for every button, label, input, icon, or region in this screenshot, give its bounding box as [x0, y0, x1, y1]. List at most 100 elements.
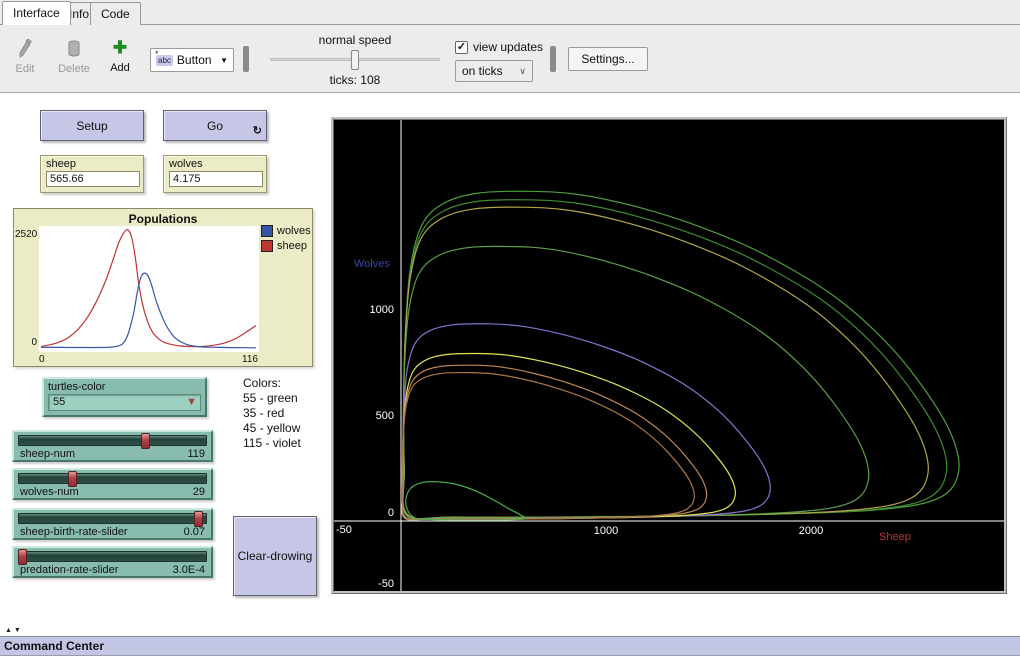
- world-view[interactable]: 0 500 1000 1000 2000 -50 -50 Wolves Sheep: [331, 117, 1007, 594]
- ticks-counter: ticks: 108: [280, 73, 430, 87]
- slider-track[interactable]: [18, 435, 207, 446]
- command-center-splitter[interactable]: ▲▼: [5, 627, 23, 634]
- legend-wolves-label: wolves: [277, 225, 311, 237]
- clear-drowing-label: Clear-drowing: [238, 549, 313, 563]
- slider-value: 3.0E-4: [173, 564, 205, 576]
- slider-handle[interactable]: [68, 471, 77, 487]
- sheep-swatch: [261, 240, 273, 252]
- chooser-label: turtles-color: [48, 381, 201, 393]
- tab-code[interactable]: Code: [90, 2, 141, 25]
- sheep-axis-label: Sheep: [879, 531, 911, 543]
- legend-sheep: sheep: [261, 240, 311, 252]
- note-line: 115 - violet: [243, 436, 301, 451]
- plot-canvas: [39, 226, 259, 352]
- turtles-color-chooser[interactable]: turtles-color 55 ▼: [42, 377, 207, 417]
- series-wolves: [41, 273, 256, 348]
- y-tick-500: 500: [376, 410, 394, 422]
- view-updates-checkbox[interactable]: ✓: [455, 41, 468, 54]
- sheep-monitor: sheep 565.66: [40, 155, 144, 193]
- toolbar-separator: [243, 46, 249, 72]
- sheep-birth-rate-slider[interactable]: sheep-birth-rate-slider 0.07: [12, 508, 213, 540]
- y-tick-1000: 1000: [370, 304, 394, 316]
- phase-portrait-svg: 0 500 1000 1000 2000 -50 -50 Wolves Sheep: [334, 120, 1004, 591]
- predation-rate-slider[interactable]: predation-rate-slider 3.0E-4: [12, 546, 213, 578]
- slider-label: predation-rate-slider: [20, 564, 118, 576]
- slider-track[interactable]: [18, 513, 207, 524]
- plot-xmax-tick: 116: [242, 354, 258, 365]
- slider-handle[interactable]: [141, 433, 150, 449]
- wolves-swatch: [261, 225, 273, 237]
- setup-button[interactable]: Setup: [40, 110, 144, 141]
- plot-ymax-tick: 2520: [15, 229, 37, 240]
- wolves-monitor: wolves 4.175: [163, 155, 267, 193]
- widget-type-value: Button: [177, 53, 212, 67]
- sheep-num-slider[interactable]: sheep-num 119: [12, 430, 213, 462]
- slider-track[interactable]: [18, 551, 207, 562]
- legend-sheep-label: sheep: [277, 240, 307, 252]
- speed-slider-label: normal speed: [280, 33, 430, 47]
- view-updates-label: view updates: [473, 40, 543, 54]
- slider-label: wolves-num: [20, 486, 79, 498]
- slider-value: 29: [193, 486, 205, 498]
- plot-xmin-tick: 0: [39, 354, 45, 365]
- y-min-label: -50: [378, 578, 394, 590]
- note-line: 35 - red: [243, 406, 301, 421]
- update-mode-value: on ticks: [462, 64, 503, 78]
- toolbar: Edit Delete ✚ Add abc Button ▼ normal sp…: [0, 25, 1020, 93]
- populations-plot: Populations 2520 0 0 116 wolves sheep: [13, 208, 313, 367]
- delete-button[interactable]: Delete: [54, 39, 94, 75]
- slider-value: 0.07: [184, 526, 205, 538]
- setup-button-label: Setup: [76, 119, 107, 133]
- chooser-arrow-icon: ▼: [186, 396, 197, 408]
- slider-handle[interactable]: [18, 549, 27, 565]
- slider-track[interactable]: [18, 473, 207, 484]
- command-center-title: Command Center: [4, 639, 104, 653]
- legend-wolves: wolves: [261, 225, 311, 237]
- y-tick-0: 0: [388, 507, 394, 519]
- combo-arrow-icon: ∨: [519, 66, 526, 77]
- series-sheep: [41, 230, 256, 347]
- plot-title: Populations: [14, 212, 312, 226]
- slider-label: sheep-birth-rate-slider: [20, 526, 128, 538]
- edit-label: Edit: [16, 63, 35, 75]
- speed-slider-thumb[interactable]: [351, 50, 359, 70]
- go-button[interactable]: Go ↻: [163, 110, 267, 141]
- note-line: 45 - yellow: [243, 421, 301, 436]
- slider-label: sheep-num: [20, 448, 75, 460]
- slider-value: 119: [187, 448, 205, 460]
- settings-button[interactable]: Settings...: [568, 47, 648, 71]
- sheep-monitor-label: sheep: [46, 158, 138, 170]
- slider-handle[interactable]: [194, 511, 203, 527]
- pencil-icon: [10, 39, 40, 61]
- speed-slider[interactable]: [270, 58, 440, 61]
- colors-note: Colors: 55 - green 35 - red 45 - yellow …: [243, 376, 301, 451]
- tab-bar: Interface Info Code: [0, 0, 1020, 25]
- delete-label: Delete: [58, 63, 90, 75]
- x-min-label: -50: [336, 524, 352, 536]
- add-label: Add: [110, 62, 130, 74]
- wolves-axis-label: Wolves: [354, 258, 390, 270]
- x-tick-2000: 2000: [799, 525, 823, 537]
- wolves-monitor-value: 4.175: [169, 171, 263, 187]
- abc-widget-icon: abc: [156, 55, 173, 66]
- chooser-value-box[interactable]: 55 ▼: [48, 394, 201, 411]
- note-line: Colors:: [243, 376, 301, 391]
- x-tick-1000: 1000: [594, 525, 618, 537]
- plot-ymin-tick: 0: [15, 337, 37, 348]
- sheep-monitor-value: 565.66: [46, 171, 140, 187]
- note-line: 55 - green: [243, 391, 301, 406]
- clear-drowing-button[interactable]: Clear-drowing: [233, 516, 317, 596]
- populations-chart-svg: [39, 226, 259, 352]
- command-center-header[interactable]: Command Center: [0, 636, 1020, 656]
- widget-type-dropdown[interactable]: abc Button ▼: [150, 48, 234, 72]
- toolbar-separator: [550, 46, 556, 72]
- tab-interface[interactable]: Interface: [2, 1, 71, 25]
- chooser-value: 55: [53, 396, 65, 408]
- wolves-num-slider[interactable]: wolves-num 29: [12, 468, 213, 500]
- netlogo-window: Interface Info Code Edit Delete ✚ Add ab…: [0, 0, 1020, 660]
- update-mode-dropdown[interactable]: on ticks ∨: [455, 60, 533, 82]
- plot-legend: wolves sheep: [261, 225, 311, 255]
- go-button-label: Go: [207, 119, 223, 133]
- edit-button[interactable]: Edit: [10, 39, 40, 75]
- add-button[interactable]: ✚ Add: [106, 38, 134, 74]
